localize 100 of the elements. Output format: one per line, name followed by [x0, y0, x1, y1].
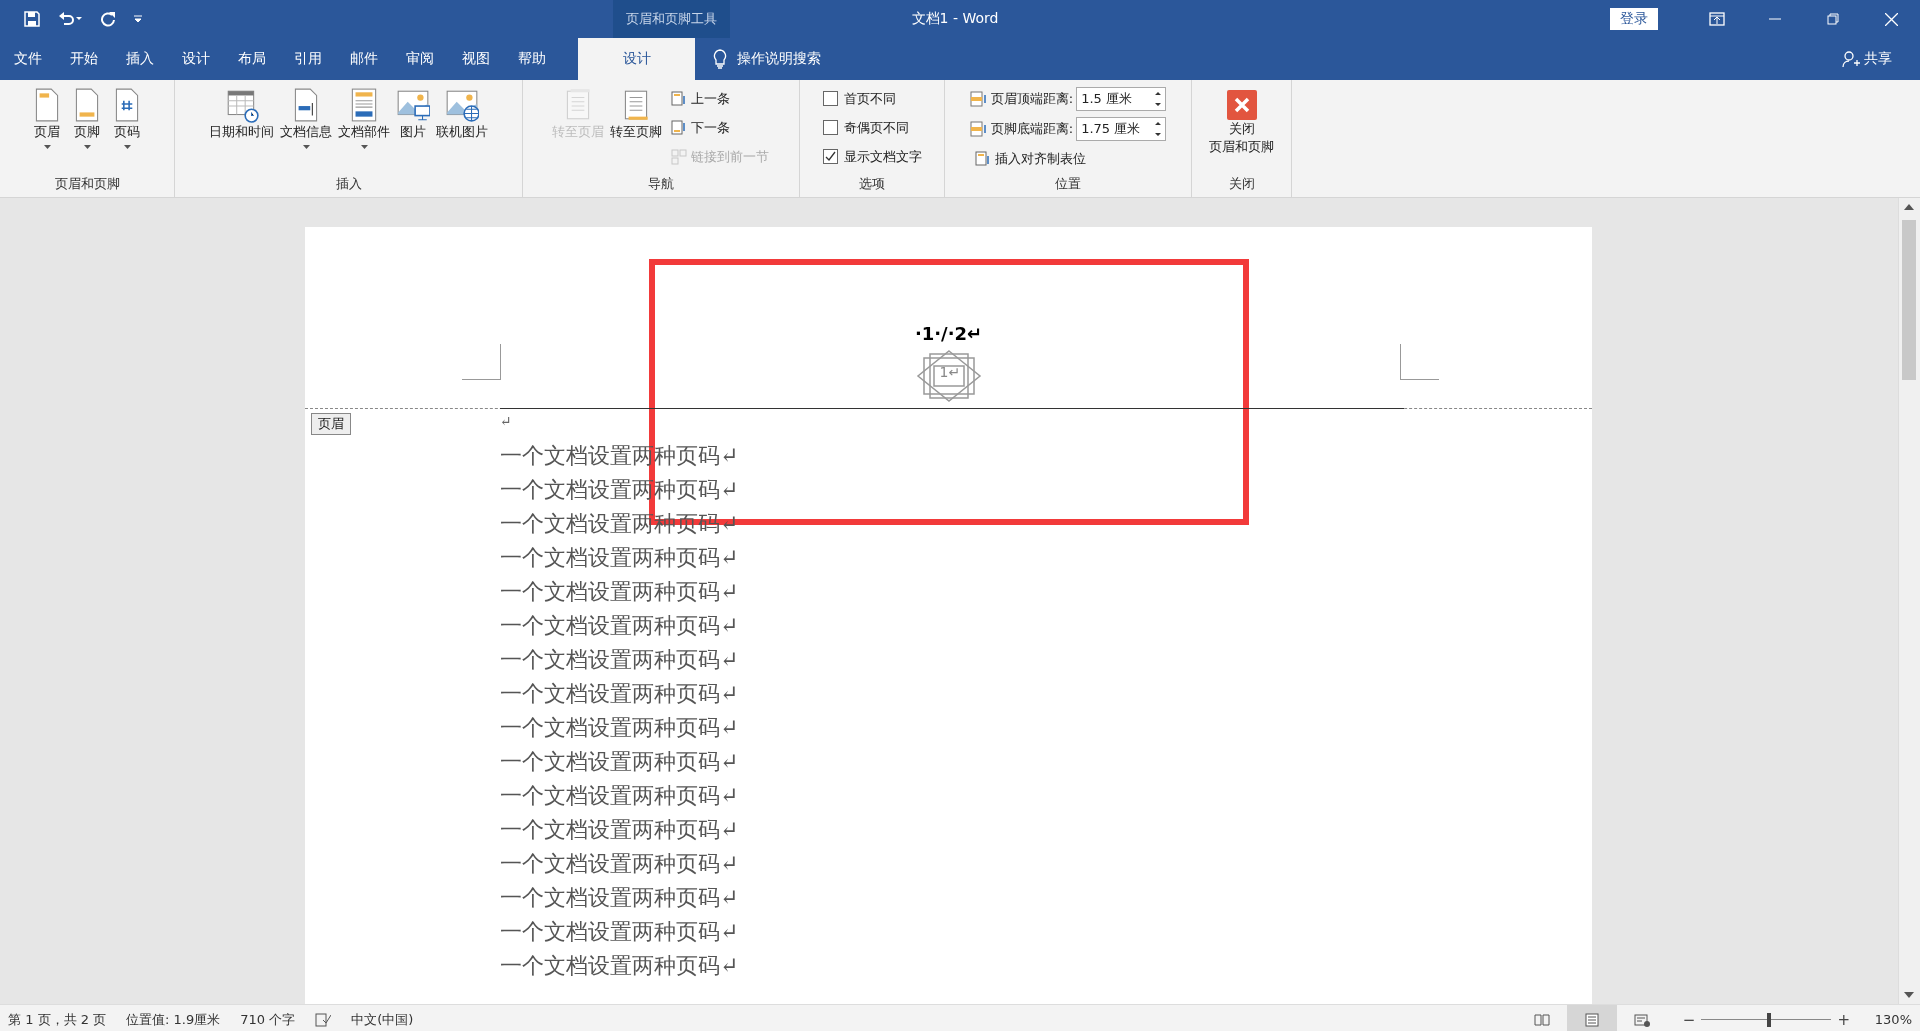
zoom-out-button[interactable]: − — [1676, 1010, 1702, 1029]
text-line: 一个文档设置两种页码↵ — [500, 646, 740, 674]
caret-icon — [360, 145, 368, 149]
text-line: 一个文档设置两种页码↵ — [500, 816, 740, 844]
ribbon-tab[interactable]: 帮助 — [504, 38, 560, 80]
text-line: 一个文档设置两种页码↵ — [500, 612, 740, 640]
save-icon[interactable] — [24, 11, 40, 27]
window-title: 文档1 - Word — [910, 9, 1000, 28]
caret-icon — [123, 145, 131, 149]
text-line: 一个文档设置两种页码↵ — [500, 680, 740, 708]
vertical-scrollbar[interactable] — [1898, 198, 1920, 1004]
page-count: 第 1 页，共 2 页 — [8, 1010, 107, 1029]
close-icon — [1226, 90, 1257, 120]
context-tool-label: 页眉和页脚工具 — [613, 0, 730, 38]
group-label: 导航 — [647, 175, 675, 193]
checkbox-label: 奇偶页不同 — [843, 118, 909, 137]
scroll-thumb[interactable] — [1902, 220, 1916, 380]
close-icon[interactable] — [1884, 12, 1898, 26]
spin-arrows-icon[interactable] — [1155, 91, 1162, 107]
ribbon-tab[interactable]: 邮件 — [336, 38, 392, 80]
checkbox-label: 显示文档文字 — [843, 147, 922, 166]
ribbon-button[interactable]: 日期和时间 — [207, 84, 276, 144]
ribbon-button[interactable]: 页码 — [108, 84, 146, 152]
ribbon-small-button[interactable]: 下一条 — [665, 115, 773, 140]
checkbox[interactable] — [822, 149, 838, 164]
ribbon-button[interactable]: 文档信息 — [278, 84, 334, 152]
group-label: 选项 — [858, 175, 886, 193]
ribbon-tab[interactable]: 文件 — [0, 38, 56, 80]
spin-field[interactable]: 1.75 厘米 — [1076, 117, 1167, 141]
language: 中文(中国) — [351, 1010, 414, 1029]
text-line: 一个文档设置两种页码↵ — [500, 782, 740, 810]
ribbon-tab[interactable]: 开始 — [56, 38, 112, 80]
text-line: 一个文档设置两种页码↵ — [500, 952, 740, 980]
ribbon-button[interactable]: 图片 — [394, 84, 432, 144]
view-mode-button[interactable] — [1566, 1005, 1617, 1031]
ribbon-tab[interactable]: 布局 — [224, 38, 280, 80]
header-label: 页眉 — [311, 413, 351, 435]
ribbon-tab[interactable]: 审阅 — [392, 38, 448, 80]
share-button[interactable]: 共享 — [1864, 50, 1892, 68]
page-number-text: ·1·/·2↵ — [914, 323, 983, 344]
caret-icon — [302, 145, 310, 149]
checkbox[interactable] — [822, 91, 838, 106]
crop-mark — [1400, 344, 1439, 380]
ribbon-tab[interactable]: 视图 — [448, 38, 504, 80]
text-line: 一个文档设置两种页码↵ — [500, 544, 740, 572]
ribbon-button[interactable]: 转至页脚 — [607, 84, 664, 144]
login-button[interactable]: 登录 — [1610, 8, 1658, 30]
shape-text: 1↵ — [939, 364, 961, 380]
ribbon-button[interactable]: 页眉 — [28, 84, 66, 152]
spin-label: 页眉顶端距离: — [990, 90, 1074, 108]
checkbox[interactable] — [822, 120, 838, 135]
undo-icon[interactable] — [58, 11, 82, 27]
view-mode-icon — [1582, 1011, 1601, 1028]
text-line: 一个文档设置两种页码↵ — [500, 748, 740, 776]
ribbon-button[interactable]: 联机图片 — [434, 84, 490, 144]
scroll-down-icon[interactable] — [1904, 992, 1914, 998]
ribbon-display-icon[interactable] — [1709, 12, 1725, 26]
lightbulb-icon — [713, 49, 727, 69]
customize-icon[interactable] — [134, 15, 142, 23]
ribbon-tab[interactable]: 设计 — [578, 38, 695, 80]
group-label: 页眉和页脚 — [53, 175, 121, 193]
close-header-footer-button[interactable]: 关闭 页眉和页脚 — [1201, 84, 1282, 162]
group-label: 插入 — [334, 175, 363, 193]
crop-mark — [462, 344, 501, 380]
view-mode-icon — [1632, 1011, 1651, 1028]
caret-icon — [43, 145, 51, 149]
ribbon-small-button[interactable]: 插入对齐制表位 — [969, 146, 1167, 171]
scroll-up-icon[interactable] — [1904, 204, 1914, 210]
text-line: 一个文档设置两种页码↵ — [500, 918, 740, 946]
zoom-thumb[interactable] — [1767, 1012, 1771, 1027]
checkbox-label: 首页不同 — [843, 89, 896, 108]
spin-arrows-icon[interactable] — [1155, 121, 1162, 137]
ribbon-tab[interactable]: 设计 — [168, 38, 224, 80]
position-value: 位置值: 1.9厘米 — [126, 1010, 221, 1029]
text-line: 一个文档设置两种页码↵ — [500, 884, 740, 912]
view-mode-icon — [1532, 1011, 1551, 1028]
text-line: 一个文档设置两种页码↵ — [500, 850, 740, 878]
paragraph-mark: ↵ — [500, 413, 513, 431]
ribbon-tab[interactable]: 引用 — [280, 38, 336, 80]
caret-icon — [83, 145, 91, 149]
text-line: 一个文档设置两种页码↵ — [500, 714, 740, 742]
ribbon-button[interactable]: 文档部件 — [336, 84, 392, 152]
person-icon — [1842, 50, 1860, 68]
zoom-in-button[interactable]: + — [1831, 1010, 1856, 1029]
redo-icon[interactable] — [100, 11, 116, 27]
proofing-icon[interactable] — [315, 1012, 332, 1027]
tell-me-search[interactable]: 操作说明搜索 — [737, 50, 821, 68]
group-label: 关闭 — [1227, 175, 1256, 193]
ribbon-button[interactable]: 页脚 — [68, 84, 106, 152]
spin-field[interactable]: 1.5 厘米 — [1076, 87, 1167, 111]
word-count: 710 个字 — [240, 1010, 296, 1029]
margin-icon — [969, 90, 988, 108]
spin-label: 页脚底端距离: — [990, 120, 1074, 138]
ribbon-tab[interactable]: 插入 — [112, 38, 168, 80]
margin-icon — [969, 120, 988, 138]
shape-drawing — [915, 350, 982, 402]
group-label: 位置 — [1054, 175, 1082, 193]
text-line: 一个文档设置两种页码↵ — [500, 578, 740, 606]
restore-icon[interactable] — [1827, 13, 1839, 25]
ribbon-small-button[interactable]: 上一条 — [665, 86, 773, 111]
